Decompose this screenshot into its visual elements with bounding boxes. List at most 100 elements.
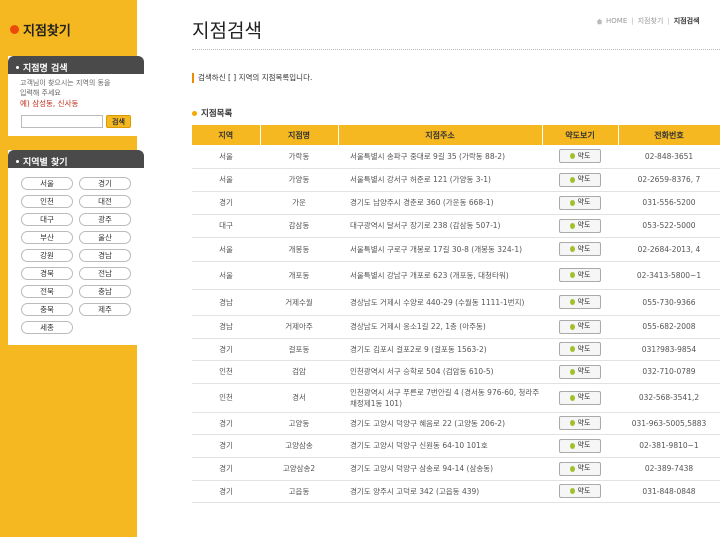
map-button[interactable]: 약도: [559, 268, 601, 282]
cell-branch-name: 고양삼송2: [260, 457, 338, 481]
list-title: 지점목록: [192, 107, 232, 119]
region-button[interactable]: 충남: [79, 285, 131, 298]
search-row: 검색: [21, 115, 131, 128]
result-message: 검색하신 [ ] 지역의 지점목록입니다.: [192, 73, 312, 83]
map-pin-icon: [569, 199, 575, 206]
cell-map: 약도: [542, 214, 618, 238]
col-phone: 전화번호: [618, 125, 720, 145]
region-button[interactable]: 부산: [21, 231, 73, 244]
cell-map: 약도: [542, 145, 618, 169]
table-row: 경기 고양동 경기도 고양시 덕양구 혜음로 22 (고양동 206-2) 약도 031…: [192, 412, 720, 435]
cell-branch-name: 고읍동: [260, 480, 338, 503]
search-example: 예) 삼성동, 신사동: [20, 99, 79, 108]
region-button[interactable]: 인천: [21, 195, 73, 208]
map-button[interactable]: 약도: [559, 461, 601, 476]
map-button[interactable]: 약도: [559, 172, 601, 187]
cell-region: 대구: [192, 214, 260, 238]
cell-branch-name: 고양삼송: [260, 434, 338, 458]
map-pin-icon: [569, 272, 575, 278]
cell-region: 서울: [192, 145, 260, 169]
bullet-icon: [192, 110, 197, 116]
table-header-row: 지역 지점명 지점주소 약도보기 전화번호: [192, 125, 720, 145]
cell-phone: 055-682-2008: [618, 315, 720, 339]
region-button[interactable]: 울산: [79, 231, 131, 244]
region-button[interactable]: 경남: [79, 249, 131, 262]
table-row: 경기 고양삼송2 경기도 고양시 덕양구 삼송로 94-14 (삼송동) 약도 02-3…: [192, 457, 720, 481]
table-row: 서울 개봉동 서울특별시 구로구 개봉로 17길 30-8 (개봉동 324-1) 약…: [192, 237, 720, 262]
region-button[interactable]: 제주: [79, 303, 131, 316]
cell-phone: 02-389-7438: [618, 457, 720, 481]
sidebar-title-text: 지점찾기: [23, 24, 71, 39]
table-row: 경기 고읍동 경기도 양주시 고덕로 342 (고읍동 439) 약도 031-848-…: [192, 480, 720, 503]
map-button[interactable]: 약도: [559, 390, 601, 405]
cell-branch-name: 경서: [260, 383, 338, 413]
map-button[interactable]: 약도: [559, 195, 601, 210]
branch-table: 지역 지점명 지점주소 약도보기 전화번호 서울 가락동 서울특별시 송파구 중대로…: [192, 125, 720, 503]
breadcrumb-branch-find[interactable]: 지점찾기: [638, 16, 664, 26]
region-search-panel: 지역별 찾기 서울 경기 인천 대전 대구 광주 부산 울산 강원 경남 경북 전남 전북 충남 충북 제주 세…: [8, 150, 144, 345]
map-button[interactable]: 약도: [559, 438, 601, 453]
region-button[interactable]: 서울: [21, 177, 73, 190]
cell-phone: 02-3413-5800~1: [618, 261, 720, 290]
home-icon: [596, 18, 603, 24]
cell-branch-name: 감삼동: [260, 214, 338, 238]
map-button[interactable]: 약도: [559, 295, 601, 309]
region-button[interactable]: 전남: [79, 267, 131, 280]
branch-search-panel: 지점명 검색 고객님이 찾으시는 지역의 동을 입력해 주세요 예) 삼성동, …: [8, 56, 144, 136]
map-button[interactable]: 약도: [559, 218, 601, 233]
cell-phone: 02-2684-2013, 4: [618, 237, 720, 262]
table-row: 인천 경서 인천광역시 서구 푸른로 7번안길 4 (경서동 976-60, 청라주…: [192, 383, 720, 413]
cell-region: 서울: [192, 168, 260, 192]
region-button[interactable]: 강원: [21, 249, 73, 262]
table-row: 경남 거제수월 경상남도 거제시 수양로 440-29 (수월동 1111-1번지)…: [192, 289, 720, 316]
region-button[interactable]: 대구: [21, 213, 73, 226]
cell-address: 경상남도 거제시 옹소1길 22, 1층 (아주동): [338, 315, 542, 339]
cell-branch-name: 가운: [260, 191, 338, 215]
region-button[interactable]: 충북: [21, 303, 73, 316]
map-button[interactable]: 약도: [559, 342, 601, 356]
cell-map: 약도: [542, 360, 618, 384]
cell-address: 서울특별시 강남구 개포로 623 (개포동, 대청타워): [338, 261, 542, 290]
cell-phone: 02-381-9810~1: [618, 434, 720, 458]
cell-region: 경기: [192, 412, 260, 435]
region-button[interactable]: 광주: [79, 213, 131, 226]
search-button[interactable]: 검색: [106, 115, 131, 128]
map-pin-icon: [569, 394, 575, 401]
map-button[interactable]: 약도: [559, 319, 601, 334]
map-button[interactable]: 약도: [559, 242, 601, 256]
cell-map: 약도: [542, 237, 618, 262]
map-button[interactable]: 약도: [559, 364, 601, 379]
cell-address: 경상남도 거제시 수양로 440-29 (수월동 1111-1번지): [338, 289, 542, 316]
region-button[interactable]: 경북: [21, 267, 73, 280]
map-pin-icon: [569, 368, 575, 375]
cell-map: 약도: [542, 412, 618, 435]
branch-search-heading: 지점명 검색: [8, 56, 144, 74]
cell-address: 인천광역시 서구 푸른로 7번안길 4 (경서동 976-60, 청라주채정제1…: [338, 383, 542, 413]
region-button[interactable]: 전북: [21, 285, 73, 298]
map-pin-icon: [569, 176, 575, 183]
col-address: 지점주소: [338, 125, 543, 145]
breadcrumb-home[interactable]: HOME: [606, 17, 627, 25]
table-row: 경기 가운 경기도 남양주시 경춘로 360 (가운동 668-1) 약도 031-55…: [192, 191, 720, 215]
map-pin-icon: [569, 246, 575, 252]
branch-search-input[interactable]: [21, 115, 103, 128]
map-button[interactable]: 약도: [559, 484, 601, 498]
map-button[interactable]: 약도: [559, 149, 601, 164]
table-row: 대구 감삼동 대구광역시 달서구 장기로 238 (감삼동 507-1) 약도 053-…: [192, 214, 720, 238]
map-pin-icon: [569, 420, 575, 426]
cell-address: 경기도 고양시 덕양구 신원동 64-10 101호: [338, 434, 542, 458]
cell-map: 약도: [542, 383, 618, 413]
search-description: 고객님이 찾으시는 지역의 동을 입력해 주세요: [20, 79, 111, 97]
col-map: 약도보기: [542, 125, 619, 145]
cell-region: 경기: [192, 434, 260, 458]
cell-region: 인천: [192, 383, 260, 413]
cell-phone: 031-848-0848: [618, 480, 720, 503]
cell-branch-name: 거제수월: [260, 289, 338, 316]
region-button[interactable]: 대전: [79, 195, 131, 208]
region-button[interactable]: 경기: [79, 177, 131, 190]
cell-address: 경기도 고양시 덕양구 삼송로 94-14 (삼송동): [338, 457, 542, 481]
cell-address: 경기도 양주시 고덕로 342 (고읍동 439): [338, 480, 542, 503]
region-button[interactable]: 세종: [21, 321, 73, 334]
map-button[interactable]: 약도: [559, 416, 601, 430]
cell-phone: 031-963-5005,5883: [618, 412, 720, 435]
